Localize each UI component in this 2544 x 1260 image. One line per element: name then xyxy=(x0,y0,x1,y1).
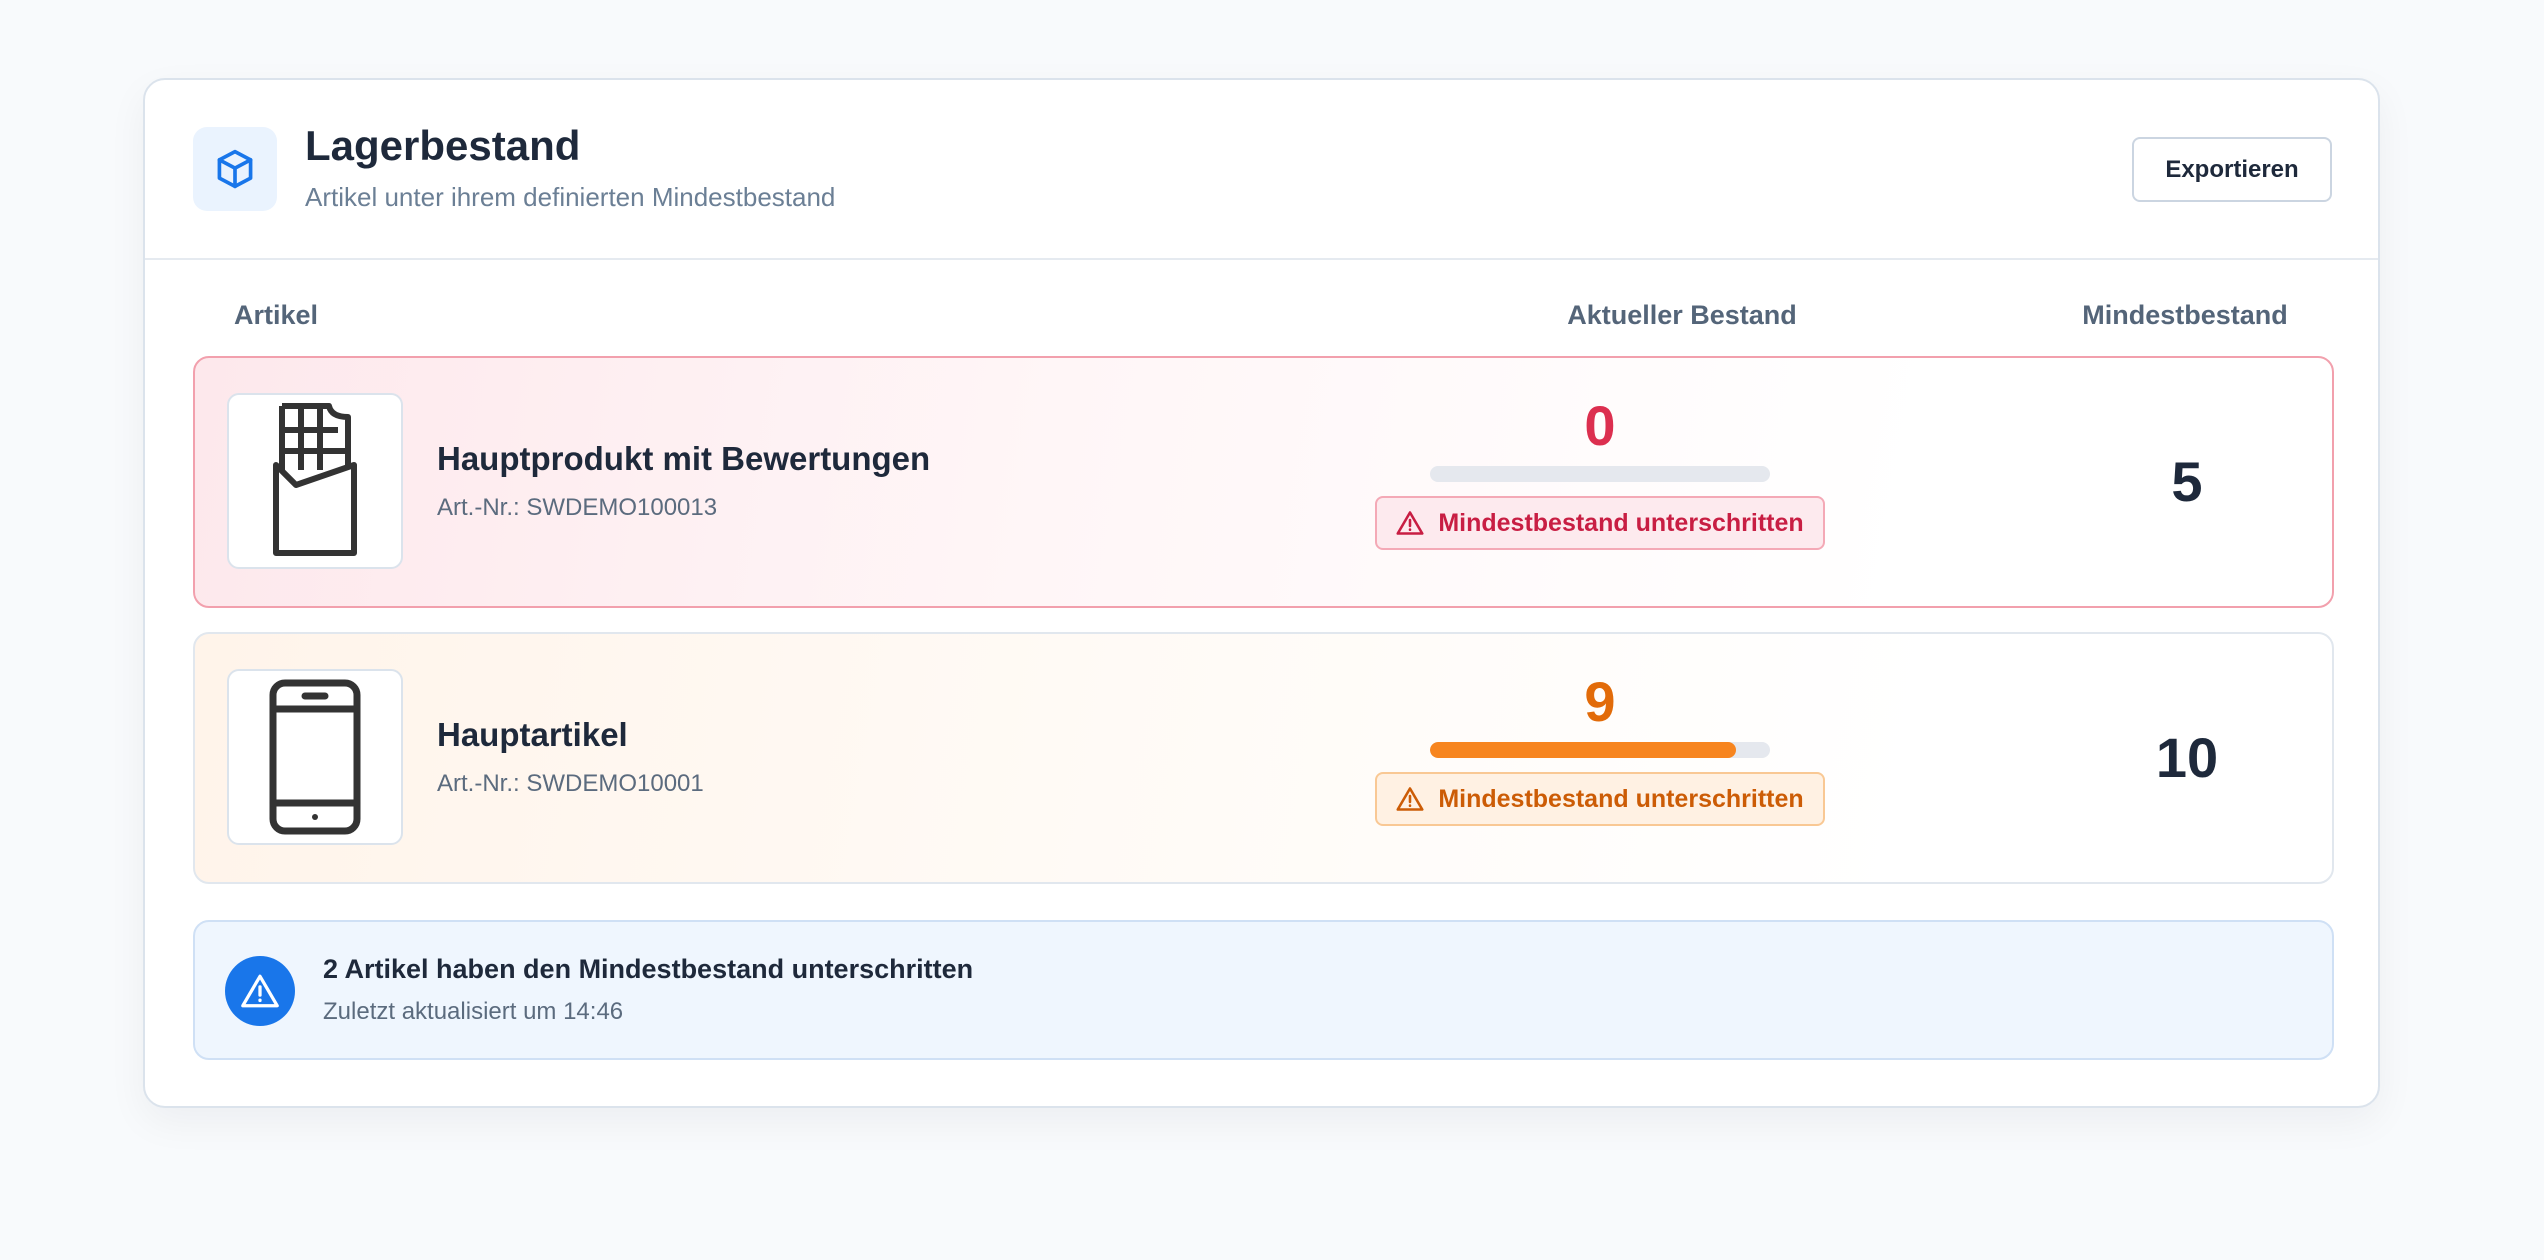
status-badge: Mindestbestand unterschritten xyxy=(1375,496,1825,550)
status-badge-label: Mindestbestand unterschritten xyxy=(1438,784,1804,813)
status-badge: Mindestbestand unterschritten xyxy=(1375,772,1825,826)
summary-notice: 2 Artikel haben den Mindestbestand unter… xyxy=(193,920,2334,1060)
card-header: Lagerbestand Artikel unter ihrem definie… xyxy=(145,80,2378,260)
product-name[interactable]: Hauptartikel xyxy=(437,716,628,754)
table-row[interactable]: Hauptprodukt mit Bewertungen Art.-Nr.: S… xyxy=(193,356,2334,608)
product-thumbnail xyxy=(227,393,403,569)
page-subtitle: Artikel unter ihrem definierten Mindestb… xyxy=(305,182,836,212)
smartphone-icon xyxy=(269,679,361,835)
current-stock-value: 0 xyxy=(1584,394,1616,457)
min-stock-value: 5 xyxy=(2171,450,2203,513)
product-thumbnail xyxy=(227,669,403,845)
export-button[interactable]: Exportieren xyxy=(2132,137,2332,202)
current-stock-value: 9 xyxy=(1584,670,1616,733)
summary-title: 2 Artikel haben den Mindestbestand unter… xyxy=(323,954,974,984)
stock-progress-fill xyxy=(1430,742,1736,758)
product-sku: Art.-Nr.: SWDEMO100013 xyxy=(437,494,718,521)
column-header-current-stock: Aktueller Bestand xyxy=(1567,300,1797,330)
last-updated-text: Zuletzt aktualisiert um 14:46 xyxy=(323,998,624,1025)
chocolate-bar-icon xyxy=(273,403,357,556)
min-stock-value: 10 xyxy=(2155,726,2219,789)
alert-triangle-icon xyxy=(1396,787,1424,811)
product-name[interactable]: Hauptprodukt mit Bewertungen xyxy=(437,440,930,478)
column-header-article: Artikel xyxy=(234,300,319,330)
column-header-min-stock: Mindestbestand xyxy=(2082,300,2288,330)
stock-progress-bar xyxy=(1430,742,1770,758)
alert-triangle-icon xyxy=(225,956,295,1026)
inventory-card: Lagerbestand Artikel unter ihrem definie… xyxy=(143,78,2380,1108)
stock-progress-bar xyxy=(1430,466,1770,482)
product-sku: Art.-Nr.: SWDEMO10001 xyxy=(437,770,704,797)
page-title: Lagerbestand xyxy=(305,122,581,169)
alert-triangle-icon xyxy=(1396,511,1424,535)
package-cube-icon xyxy=(193,127,277,211)
current-stock-cell: 9 Mindestbestand unterschritten xyxy=(1375,670,1825,826)
current-stock-cell: 0 Mindestbestand unterschritten xyxy=(1375,394,1825,550)
status-badge-label: Mindestbestand unterschritten xyxy=(1438,508,1804,537)
table-row[interactable]: Hauptartikel Art.-Nr.: SWDEMO10001 9 Min… xyxy=(193,632,2334,884)
